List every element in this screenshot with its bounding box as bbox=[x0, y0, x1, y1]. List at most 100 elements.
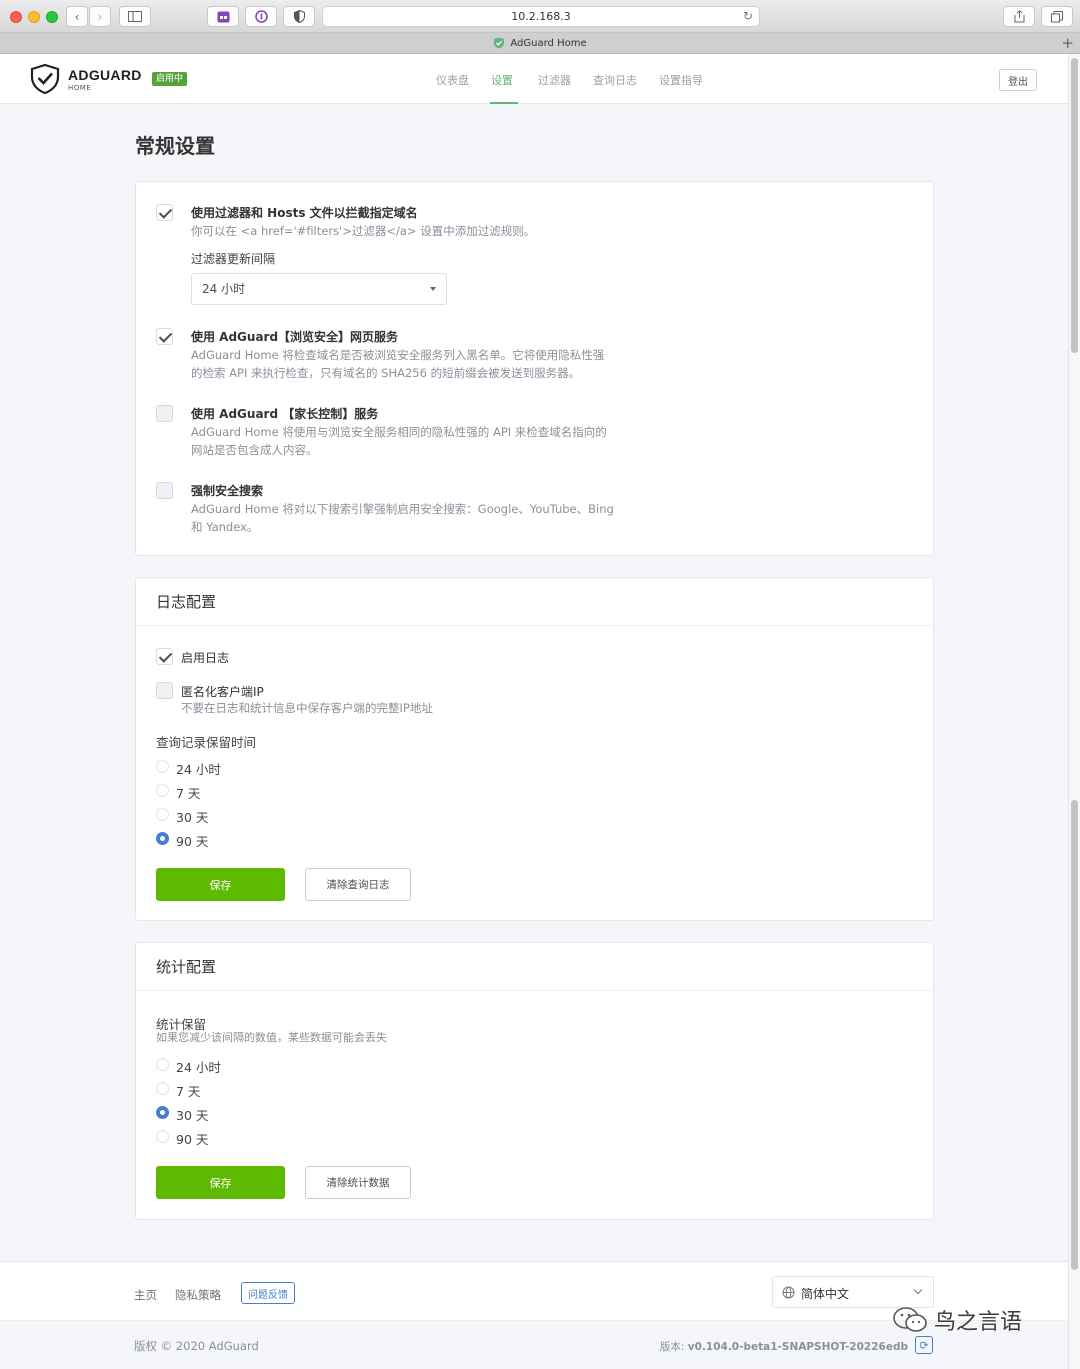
stats-retention-radio-7d[interactable] bbox=[156, 1082, 169, 1095]
reload-icon[interactable]: ↻ bbox=[743, 9, 753, 23]
stats-retention-radio-30d[interactable] bbox=[156, 1106, 169, 1119]
back-button[interactable]: ‹ bbox=[66, 6, 88, 27]
safesearch-checkbox[interactable] bbox=[156, 482, 173, 499]
refresh-icon: ⟳ bbox=[919, 1338, 929, 1352]
extension-button-2[interactable] bbox=[245, 6, 277, 27]
log-retention-radio-30d[interactable] bbox=[156, 808, 169, 821]
log-config-title: 日志配置 bbox=[136, 578, 933, 626]
interval-value: 24 小时 bbox=[202, 282, 246, 296]
share-icon bbox=[1014, 10, 1024, 23]
adguard-favicon-icon bbox=[494, 37, 505, 49]
version-text: 版本: v0.104.0-beta1-SNAPSHOT-20226edb bbox=[660, 1339, 908, 1354]
footer-home-link[interactable]: 主页 bbox=[134, 1287, 157, 1303]
log-retention-radio-24h[interactable] bbox=[156, 760, 169, 773]
forward-button[interactable]: › bbox=[89, 6, 111, 27]
stats-retention-radio-90d[interactable] bbox=[156, 1130, 169, 1143]
brand-subtitle: HOME bbox=[68, 84, 92, 92]
browser-titlebar: ‹ › 10.2.168.3 ↻ bbox=[0, 0, 1080, 33]
stats-config-title: 统计配置 bbox=[136, 943, 933, 991]
stats-retention-option-30d: 30 天 bbox=[176, 1108, 209, 1123]
log-retention-label: 查询记录保留时间 bbox=[156, 735, 257, 750]
safebrowsing-checkbox[interactable] bbox=[156, 328, 173, 345]
parental-desc-line1: AdGuard Home 将使用与浏览安全服务相同的隐私性强的 API 来检查域… bbox=[191, 425, 607, 439]
minimize-window-button[interactable] bbox=[28, 11, 40, 23]
chevron-left-icon: ‹ bbox=[74, 9, 80, 24]
filter-checkbox[interactable] bbox=[156, 204, 173, 221]
extension-button-1[interactable] bbox=[207, 6, 239, 27]
address-bar[interactable]: 10.2.168.3 ↻ bbox=[322, 6, 760, 27]
log-retention-option-24h: 24 小时 bbox=[176, 762, 221, 777]
browser-tab[interactable]: AdGuard Home + bbox=[0, 33, 1080, 54]
safebrowsing-desc-line1: AdGuard Home 将检查域名是否被浏览安全服务列入黑名单。它将使用隐私性… bbox=[191, 348, 605, 362]
log-save-button[interactable]: 保存 bbox=[156, 868, 285, 901]
sidebar-toggle-button[interactable] bbox=[119, 6, 151, 27]
tabs-icon bbox=[1051, 10, 1063, 22]
log-retention-option-30d: 30 天 bbox=[176, 810, 209, 825]
filter-option-title: 使用过滤器和 Hosts 文件以拦截指定域名 bbox=[191, 206, 418, 220]
log-retention-radio-90d[interactable] bbox=[156, 832, 169, 845]
stats-retention-option-7d: 7 天 bbox=[176, 1084, 201, 1099]
safebrowsing-title: 使用 AdGuard【浏览安全】网页服务 bbox=[191, 330, 399, 344]
parental-title: 使用 AdGuard 【家长控制】服务 bbox=[191, 407, 379, 421]
adguard-logo-icon[interactable] bbox=[30, 64, 60, 94]
chevron-down-icon bbox=[913, 1285, 923, 1295]
stats-save-button[interactable]: 保存 bbox=[156, 1166, 285, 1199]
nav-settings[interactable]: 设置 bbox=[491, 72, 513, 88]
safebrowsing-desc-line2: 的检索 API 来执行检查，只有域名的 SHA256 的短前缀会被发送到服务器。 bbox=[191, 366, 581, 380]
watermark-text: 鸟之言语 bbox=[934, 1310, 1023, 1335]
tabs-overview-button[interactable] bbox=[1041, 6, 1073, 27]
copyright-text: 版权 © 2020 AdGuard bbox=[134, 1339, 259, 1353]
watermark: 鸟之言语 bbox=[892, 1304, 1022, 1336]
nav-dashboard[interactable]: 仪表盘 bbox=[436, 72, 469, 88]
wechat-icon bbox=[893, 1307, 927, 1332]
clear-stats-button[interactable]: 清除统计数据 bbox=[305, 1166, 411, 1199]
new-tab-icon[interactable]: + bbox=[1061, 34, 1074, 52]
page-title: 常规设置 bbox=[135, 134, 215, 158]
safesearch-title: 强制安全搜索 bbox=[191, 484, 264, 498]
log-retention-option-90d: 90 天 bbox=[176, 834, 209, 849]
clear-query-log-button[interactable]: 清除查询日志 bbox=[305, 868, 411, 901]
logout-button[interactable]: 登出 bbox=[999, 69, 1037, 91]
filter-option-desc: 你可以在 <a href='#filters'>过滤器</a> 设置中添加过滤规… bbox=[191, 224, 536, 238]
close-window-button[interactable] bbox=[10, 11, 22, 23]
status-badge: 启用中 bbox=[152, 72, 188, 86]
anonymize-ip-checkbox[interactable] bbox=[156, 682, 173, 699]
tab-title: AdGuard Home bbox=[510, 37, 587, 49]
version-value: v0.104.0-beta1-SNAPSHOT-20226edb bbox=[687, 1341, 908, 1353]
nav-filters[interactable]: 过滤器 bbox=[538, 72, 571, 88]
stats-retention-option-24h: 24 小时 bbox=[176, 1060, 221, 1075]
anonymize-ip-desc: 不要在日志和统计信息中保存客户端的完整IP地址 bbox=[181, 701, 433, 715]
password-manager-icon bbox=[254, 10, 268, 23]
nav-query-log[interactable]: 查询日志 bbox=[593, 72, 637, 88]
log-retention-radio-7d[interactable] bbox=[156, 784, 169, 797]
extension-button-3[interactable] bbox=[283, 6, 315, 27]
share-button[interactable] bbox=[1003, 6, 1035, 27]
report-issue-button[interactable]: 问题反馈 bbox=[241, 1282, 295, 1304]
app-header: ADGUARD HOME 启用中 仪表盘 设置 过滤器 查询日志 设置指导 登出 bbox=[0, 54, 1068, 104]
anonymize-ip-label: 匿名化客户端IP bbox=[181, 685, 264, 699]
check-updates-button[interactable]: ⟳ bbox=[915, 1336, 933, 1354]
interval-label: 过滤器更新间隔 bbox=[191, 252, 276, 266]
log-retention-option-7d: 7 天 bbox=[176, 786, 201, 801]
sidebar-icon bbox=[128, 11, 142, 22]
version-label: 版本: bbox=[659, 1341, 688, 1353]
parental-checkbox[interactable] bbox=[156, 405, 173, 422]
active-nav-indicator bbox=[490, 102, 518, 104]
zoom-window-button[interactable] bbox=[46, 11, 58, 23]
interval-select[interactable]: 24 小时 bbox=[191, 273, 447, 305]
language-value: 简体中文 bbox=[801, 1287, 850, 1301]
footer-privacy-link[interactable]: 隐私策略 bbox=[175, 1287, 221, 1303]
general-settings-card: 使用过滤器和 Hosts 文件以拦截指定域名 你可以在 <a href='#fi… bbox=[135, 181, 934, 556]
scrollbar-thumb-secondary[interactable] bbox=[1071, 800, 1078, 1270]
nav-setup-guide[interactable]: 设置指导 bbox=[659, 72, 703, 88]
url-text: 10.2.168.3 bbox=[511, 10, 571, 23]
globe-icon bbox=[782, 1286, 795, 1299]
stats-retention-option-90d: 90 天 bbox=[176, 1132, 209, 1147]
enable-log-checkbox[interactable] bbox=[156, 648, 173, 665]
brand-name: ADGUARD bbox=[68, 67, 142, 83]
calendar-extension-icon bbox=[217, 11, 229, 22]
scrollbar-thumb[interactable] bbox=[1071, 58, 1078, 353]
enable-log-label: 启用日志 bbox=[181, 651, 230, 665]
stats-retention-desc: 如果您减少该间隔的数值，某些数据可能会丢失 bbox=[156, 1031, 387, 1044]
stats-retention-radio-24h[interactable] bbox=[156, 1058, 169, 1071]
